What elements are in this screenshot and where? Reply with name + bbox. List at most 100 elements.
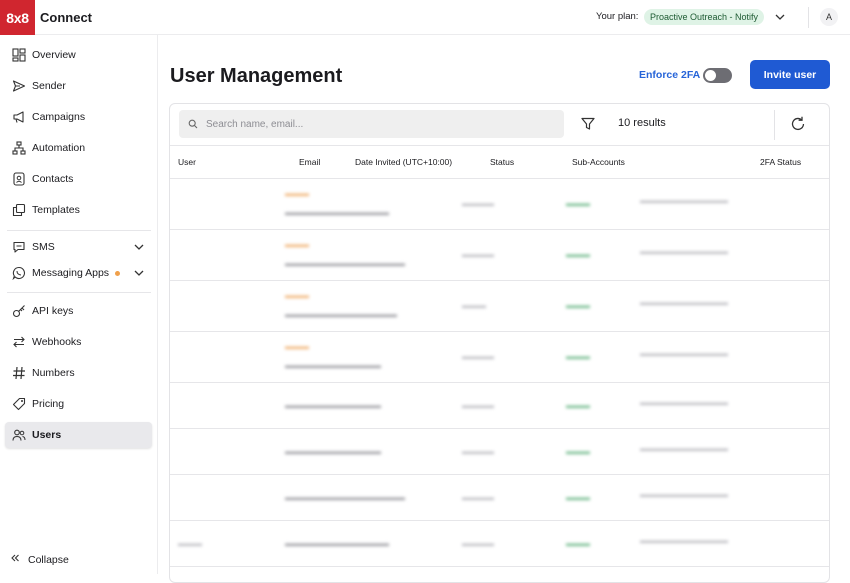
redacted-status: ▬▬▬ [566,250,590,259]
table-row[interactable]: ▬▬▬▬▬▬▬▬▬▬▬▬▬▬▬ ▬▬▬▬ ▬▬▬ ▬▬▬▬▬▬▬▬▬▬▬ [170,475,829,521]
column-header-date-invited[interactable]: Date Invited (UTC+10:00) [355,157,452,167]
column-header-user[interactable]: User [178,157,196,167]
chevrons-left-icon [10,553,20,566]
column-header-email[interactable]: Email [299,157,320,167]
sidebar-item-users[interactable]: Users [5,422,152,448]
plan-badge: Proactive Outreach - Notify [644,9,765,25]
redacted-email: ▬▬▬▬▬▬▬▬▬▬▬▬ [285,361,381,370]
sidebar-item-label: Sender [32,80,66,92]
table-row[interactable]: ▬▬▬ ▬▬▬▬▬▬▬▬▬▬▬▬▬ ▬▬▬▬ ▬▬▬ ▬▬▬▬▬▬▬▬▬▬▬ [170,521,829,567]
results-count: 10 results [618,117,666,129]
send-icon [11,78,27,94]
redacted-email: ▬▬▬▬▬▬▬▬▬▬▬▬ [285,447,381,456]
sidebar-item-pricing[interactable]: Pricing [5,391,152,417]
redacted-subaccounts: ▬▬▬▬▬▬▬▬▬▬▬ [640,196,728,205]
redacted-date: ▬▬▬▬ [462,539,494,548]
filter-icon[interactable] [580,116,596,132]
divider [774,110,775,140]
sidebar-item-label: API keys [32,305,74,317]
sidebar-item-numbers[interactable]: Numbers [5,360,152,386]
redacted-email: ▬▬▬▬▬▬▬▬▬▬▬▬▬▬▬ [285,259,405,268]
avatar[interactable]: A [820,8,838,26]
redacted-user: ▬▬▬ [178,539,202,548]
redacted-subaccounts: ▬▬▬▬▬▬▬▬▬▬▬ [640,444,728,453]
tag-icon [11,396,27,412]
page-title: User Management [170,65,343,87]
collapse-button[interactable]: Collapse [10,553,69,566]
redacted-email: ▬▬▬▬▬▬▬▬▬▬▬▬▬▬▬ [285,493,405,502]
divider [808,7,809,28]
redacted-date: ▬▬▬▬ [462,447,494,456]
column-header-status[interactable]: Status [490,157,514,167]
sidebar-item-automation[interactable]: Automation [5,135,152,161]
chevron-down-icon [134,244,144,250]
sidebar-item-label: Webhooks [32,336,82,348]
sidebar-item-campaigns[interactable]: Campaigns [5,104,152,130]
invite-user-button[interactable]: Invite user [750,60,830,89]
table-header: User Email Date Invited (UTC+10:00) Stat… [170,145,829,179]
notification-dot [115,270,121,276]
enforce-2fa-toggle[interactable] [703,68,732,83]
collapse-label: Collapse [28,553,69,566]
redacted-subaccounts: ▬▬▬▬▬▬▬▬▬▬▬ [640,398,728,407]
sidebar-item-label: Overview [32,49,76,61]
redacted-badge: ▬▬▬ [285,342,309,351]
column-header-sub-accounts[interactable]: Sub-Accounts [572,157,625,167]
users-table-panel: 10 results User Email Date Invited (UTC+… [169,103,830,583]
redacted-subaccounts: ▬▬▬▬▬▬▬▬▬▬▬ [640,490,728,499]
redacted-badge: ▬▬▬ [285,240,309,249]
redacted-date: ▬▬▬▬ [462,401,494,410]
top-bar: 8x8 Connect Your plan: Proactive Outreac… [0,0,850,35]
sidebar-item-api-keys[interactable]: API keys [5,298,152,324]
divider [7,292,151,293]
whatsapp-icon [11,265,27,281]
sidebar-item-overview[interactable]: Overview [5,42,152,68]
sidebar-item-label: Automation [32,142,86,154]
redacted-email: ▬▬▬▬▬▬▬▬▬▬▬▬▬ [285,539,389,548]
brand-logo[interactable]: 8x8 [0,0,35,35]
table-row[interactable]: ▬▬▬ ▬▬▬▬▬▬▬▬▬▬▬▬ ▬▬▬▬ ▬▬▬ ▬▬▬▬▬▬▬▬▬▬▬ [170,332,829,383]
sidebar-item-templates[interactable]: Templates [5,197,152,223]
search-box[interactable] [179,110,564,138]
users-icon [11,427,27,443]
table-row[interactable]: ▬▬▬ ▬▬▬▬▬▬▬▬▬▬▬▬▬ ▬▬▬▬ ▬▬▬ ▬▬▬▬▬▬▬▬▬▬▬ [170,179,829,230]
redacted-subaccounts: ▬▬▬▬▬▬▬▬▬▬▬ [640,247,728,256]
table-row[interactable]: ▬▬▬ ▬▬▬▬▬▬▬▬▬▬▬▬▬▬ ▬▬▬ ▬▬▬ ▬▬▬▬▬▬▬▬▬▬▬ [170,281,829,332]
redacted-subaccounts: ▬▬▬▬▬▬▬▬▬▬▬ [640,536,728,545]
table-row[interactable]: ▬▬▬ ▬▬▬▬▬▬▬▬▬▬▬▬▬▬▬ ▬▬▬▬ ▬▬▬ ▬▬▬▬▬▬▬▬▬▬▬ [170,230,829,281]
sidebar-item-label: Campaigns [32,111,86,123]
app-name: Connect [40,10,92,25]
redacted-date: ▬▬▬▬ [462,352,494,361]
sidebar-item-label: SMS [32,241,55,253]
sidebar-item-webhooks[interactable]: Webhooks [5,329,152,355]
redacted-email: ▬▬▬▬▬▬▬▬▬▬▬▬▬▬ [285,310,397,319]
toggle-knob [705,70,716,81]
sidebar-item-sender[interactable]: Sender [5,73,152,99]
table-row[interactable]: ▬▬▬▬▬▬▬▬▬▬▬▬ ▬▬▬▬ ▬▬▬ ▬▬▬▬▬▬▬▬▬▬▬ [170,383,829,429]
sidebar-item-label: Templates [32,204,80,216]
sidebar-item-label: Numbers [32,367,75,379]
search-icon [188,119,198,129]
sidebar-item-contacts[interactable]: Contacts [5,166,152,192]
redacted-date: ▬▬▬▬ [462,199,494,208]
chevron-down-icon[interactable] [773,10,787,24]
sidebar-item-sms[interactable]: SMS [5,234,152,260]
table-row[interactable]: ▬▬▬▬▬▬▬▬▬▬▬▬ ▬▬▬▬ ▬▬▬ ▬▬▬▬▬▬▬▬▬▬▬ [170,429,829,475]
sidebar-item-label: Messaging Apps [32,267,110,279]
redacted-status: ▬▬▬ [566,401,590,410]
copy-icon [11,202,27,218]
redacted-email: ▬▬▬▬▬▬▬▬▬▬▬▬ [285,401,381,410]
flow-icon [11,140,27,156]
search-input[interactable] [206,118,546,130]
redacted-date: ▬▬▬ [462,301,486,310]
megaphone-icon [11,109,27,125]
redacted-subaccounts: ▬▬▬▬▬▬▬▬▬▬▬ [640,349,728,358]
key-icon [11,303,27,319]
sidebar-item-label: Contacts [32,173,74,185]
refresh-icon[interactable] [789,115,807,133]
redacted-status: ▬▬▬ [566,199,590,208]
sidebar: Overview Sender Campaigns Automation Con… [0,35,158,574]
column-header-2fa-status[interactable]: 2FA Status [760,157,801,167]
sidebar-item-messaging-apps[interactable]: Messaging Apps [5,260,152,286]
sidebar-item-label: Pricing [32,398,65,410]
